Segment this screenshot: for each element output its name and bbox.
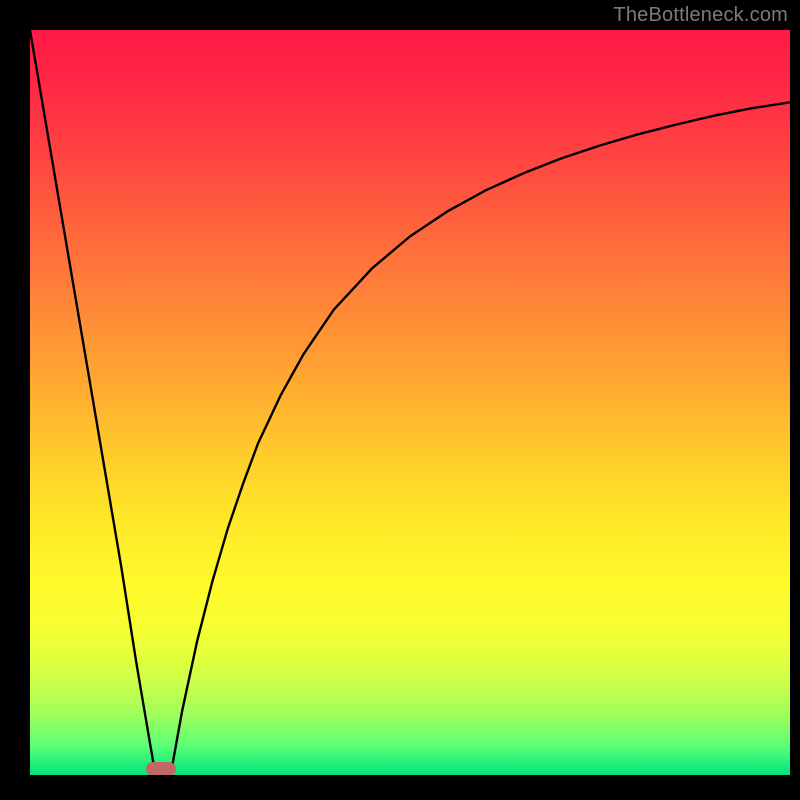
curve-left-branch xyxy=(30,30,155,775)
curve-layer xyxy=(30,30,790,775)
watermark-text: TheBottleneck.com xyxy=(613,4,788,27)
curve-right-branch xyxy=(171,102,790,775)
chart-stage: TheBottleneck.com xyxy=(0,0,800,800)
bottleneck-marker xyxy=(146,762,176,775)
plot-area xyxy=(30,30,790,775)
